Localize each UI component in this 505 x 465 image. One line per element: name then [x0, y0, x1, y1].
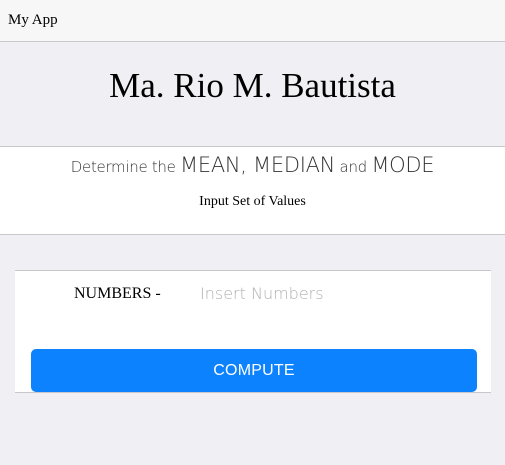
compute-button[interactable]: COMPUTE — [31, 349, 477, 392]
input-form: NUMBERS - COMPUTE — [15, 270, 491, 393]
instructions-text: Input Set of Values — [199, 194, 306, 209]
subtitle-part-2: MEAN, MEDIAN — [180, 153, 336, 177]
subtitle-part-3: and — [335, 158, 372, 176]
subtitle-part-1: Determine the — [70, 158, 181, 176]
app-header: My App — [0, 0, 505, 42]
subtitle-part-4: MODE — [371, 153, 435, 177]
app-title: My App — [8, 12, 58, 28]
numbers-input[interactable] — [198, 277, 472, 309]
numbers-label: NUMBERS - — [74, 285, 161, 302]
name-section: Ma. Rio M. Bautista — [0, 42, 505, 146]
info-card: Determine the MEAN, MEDIAN and MODE Inpu… — [0, 146, 505, 235]
subtitle: Determine the MEAN, MEDIAN and MODE — [0, 153, 505, 177]
page-title: Ma. Rio M. Bautista — [109, 66, 396, 105]
